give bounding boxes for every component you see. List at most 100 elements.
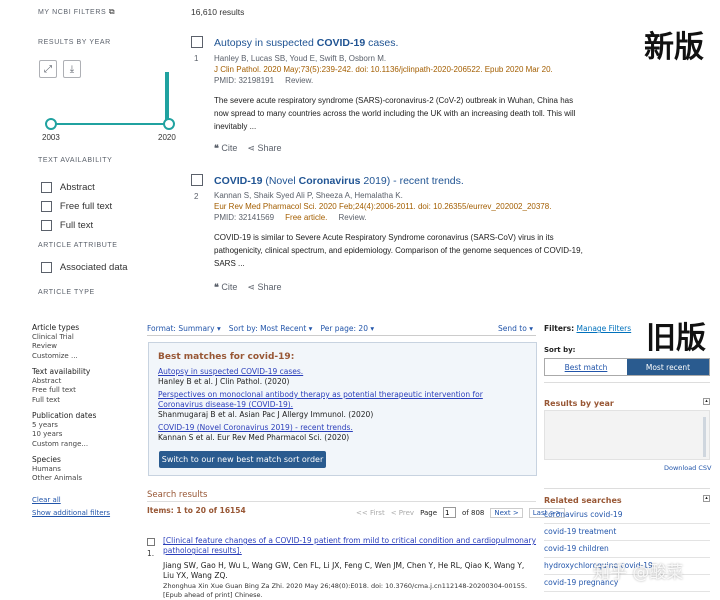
result-checkbox[interactable] — [191, 36, 203, 48]
year-slider-end-handle[interactable] — [163, 118, 175, 130]
customize-link[interactable]: Customize ... — [32, 352, 132, 362]
result-meta: Hanley B, Lucas SB, Youd E, Swift B, Osb… — [214, 53, 604, 86]
clear-all-link[interactable]: Clear all — [32, 496, 61, 504]
share-icon: ⋖ — [247, 143, 255, 153]
article-attribute-label: ARTICLE ATTRIBUTE — [38, 242, 118, 249]
filter-humans[interactable]: Humans — [32, 465, 132, 475]
new-version-tag: 新版 — [644, 30, 704, 65]
result-number: 1. — [147, 549, 155, 558]
result-checkbox[interactable] — [191, 174, 203, 186]
prev-page-link[interactable]: < Prev — [391, 509, 414, 517]
checkbox[interactable] — [41, 219, 52, 231]
result-title-link[interactable]: Autopsy in suspected COVID-19 cases. — [214, 37, 398, 49]
best-match-link[interactable]: Perspectives on monoclonal antibody ther… — [158, 390, 530, 410]
filters-label: Filters: — [544, 324, 575, 333]
year-bar-2020 — [165, 72, 169, 124]
share-icon: ⋖ — [247, 282, 255, 292]
old-sidebar: Article types Clinical Trial Review Cust… — [32, 323, 132, 519]
results-by-year-chart[interactable] — [544, 410, 710, 460]
best-match-link[interactable]: COVID-19 (Novel Coronavirus 2019) - rece… — [158, 423, 530, 433]
pagination: << First < Prev Page of 808 Next > Last … — [356, 507, 566, 518]
checkbox[interactable] — [41, 200, 52, 212]
filter-abstract[interactable]: Abstract — [32, 377, 132, 387]
checkbox[interactable] — [41, 262, 52, 273]
best-match-citation: Kannan S et al. Eur Rev Med Pharmacol Sc… — [158, 433, 350, 442]
share-button[interactable]: ⋖ Share — [247, 282, 281, 292]
result-authors: Kannan S, Shaik Syed Ali P, Sheeza A, He… — [214, 191, 403, 200]
show-additional-filters-link[interactable]: Show additional filters — [32, 509, 110, 517]
filter-other-animals[interactable]: Other Animals — [32, 474, 132, 484]
article-types-heading: Article types — [32, 323, 80, 332]
result-authors: Hanley B, Lucas SB, Youd E, Swift B, Osb… — [214, 54, 387, 63]
result-pmid-row: PMID: 32198191 Review. — [214, 76, 314, 85]
result-number: 1 — [194, 54, 199, 63]
page-number-input[interactable] — [443, 507, 457, 518]
best-matches-heading: Best matches for covid-19: — [158, 352, 295, 362]
search-results-heading: Search results — [147, 490, 208, 500]
filter-10-years[interactable]: 10 years — [32, 430, 132, 440]
custom-range-link[interactable]: Custom range... — [32, 440, 132, 450]
related-search-link[interactable]: covid-19 children — [544, 541, 710, 558]
divider — [544, 382, 710, 383]
result-actions: ❝ Cite ⋖ Share — [214, 282, 281, 293]
old-version-tag: 旧版 — [646, 321, 706, 356]
share-button[interactable]: ⋖ Share — [247, 143, 281, 153]
best-matches-box: Best matches for covid-19: Autopsy in su… — [148, 342, 537, 476]
format-dropdown[interactable]: Format: Summary ▾ — [147, 324, 221, 333]
filters-row: Filters: Manage Filters — [544, 324, 631, 333]
filter-associated-data[interactable]: Associated data — [41, 262, 128, 273]
collapse-icon[interactable]: ▴ — [703, 495, 710, 502]
result-checkbox[interactable] — [147, 538, 155, 546]
best-match-link[interactable]: Autopsy in suspected COVID-19 cases. — [158, 367, 530, 377]
best-match-citation: Shanmugaraj B et al. Asian Pac J Allergy… — [158, 410, 374, 419]
result-actions: ❝ Cite ⋖ Share — [214, 143, 281, 154]
result-journal: Zhonghua Xin Xue Guan Bing Za Zhi. 2020 … — [163, 582, 528, 599]
text-availability-label: TEXT AVAILABILITY — [38, 157, 113, 164]
filter-review[interactable]: Review — [32, 342, 132, 352]
filter-free-full-text[interactable]: Free full text — [32, 386, 132, 396]
result-title-link[interactable]: COVID-19 (Novel Coronavirus 2019) - rece… — [214, 175, 464, 187]
filter-abstract[interactable]: Abstract — [41, 178, 112, 197]
results-by-year-heading: Results by year — [544, 399, 614, 408]
manage-filters-link[interactable]: Manage Filters — [577, 324, 632, 333]
per-page-dropdown[interactable]: Per page: 20 ▾ — [320, 324, 374, 333]
result-number: 2 — [194, 192, 199, 201]
results-by-year-label: RESULTS BY YEAR — [38, 39, 111, 46]
filter-full-text[interactable]: Full text — [41, 216, 112, 235]
related-search-link[interactable]: coronavirus covid-19 — [544, 507, 710, 524]
checkbox[interactable] — [41, 181, 52, 193]
watermark: 知乎 @酸菜 — [593, 563, 684, 583]
next-page-button[interactable]: Next > — [490, 507, 523, 518]
year-timeline-chart[interactable] — [38, 60, 183, 135]
download-csv-link[interactable]: Download CSV — [664, 464, 712, 472]
result-snippet: COVID-19 is similar to Severe Acute Resp… — [214, 233, 583, 268]
divider — [147, 501, 536, 502]
first-page-link[interactable]: << First — [356, 509, 385, 517]
sort-dropdown[interactable]: Sort by: Most Recent ▾ — [229, 324, 313, 333]
article-type-label: ARTICLE TYPE — [38, 289, 95, 296]
filter-full-text[interactable]: Full text — [32, 396, 132, 406]
result-title-link[interactable]: [Clinical feature changes of a COVID-19 … — [163, 536, 537, 556]
result-snippet: The severe acute respiratory syndrome (S… — [214, 96, 576, 131]
cite-button[interactable]: ❝ Cite — [214, 143, 237, 153]
cite-button[interactable]: ❝ Cite — [214, 282, 237, 292]
publication-dates-heading: Publication dates — [32, 411, 97, 420]
items-count: Items: 1 to 20 of 16154 — [147, 506, 246, 515]
result-authors: Jiang SW, Gao H, Wu L, Wang GW, Cen FL, … — [163, 561, 525, 580]
most-recent-tab[interactable]: Most recent — [627, 359, 709, 375]
filter-clinical-trial[interactable]: Clinical Trial — [32, 333, 132, 343]
my-ncbi-filters-label[interactable]: MY NCBI FILTERS ⧉ — [38, 7, 115, 17]
related-search-link[interactable]: covid-19 treatment — [544, 524, 710, 541]
collapse-icon[interactable]: ▴ — [703, 398, 710, 405]
switch-sort-order-button[interactable]: Switch to our new best match sort order — [159, 451, 326, 468]
result-journal: Eur Rev Med Pharmacol Sci. 2020 Feb;24(4… — [214, 202, 552, 211]
filter-5-years[interactable]: 5 years — [32, 421, 132, 431]
filter-free-full-text[interactable]: Free full text — [41, 197, 112, 216]
external-link-icon: ⧉ — [108, 7, 116, 16]
old-toolbar: Format: Summary ▾ Sort by: Most Recent ▾… — [147, 324, 533, 333]
best-match-tab[interactable]: Best match — [545, 359, 627, 375]
quote-icon: ❝ — [214, 282, 219, 292]
sort-by-label: Sort by: — [544, 346, 576, 354]
year-slider-start-handle[interactable] — [45, 118, 57, 130]
send-to-dropdown[interactable]: Send to ▾ — [498, 324, 533, 333]
